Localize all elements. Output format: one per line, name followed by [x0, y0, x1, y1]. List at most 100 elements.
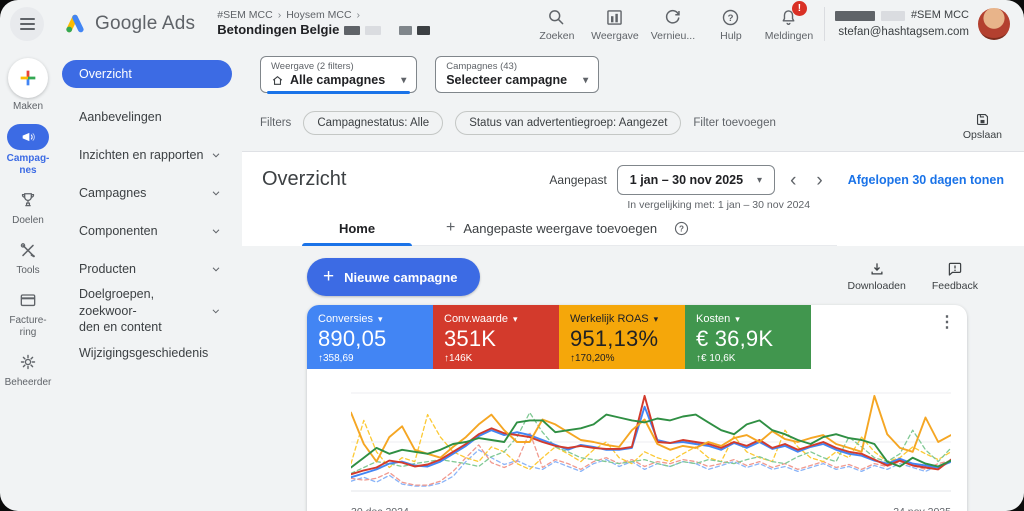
- download-button[interactable]: Downloaden: [847, 260, 905, 292]
- feedback-button[interactable]: Feedback: [932, 260, 978, 292]
- view-selector-dropdown[interactable]: Weergave (2 filters) Alle campagnes ▾: [260, 56, 417, 93]
- card-overflow-menu[interactable]: ⋮: [939, 315, 955, 331]
- appearance-button[interactable]: Weergave: [586, 7, 644, 42]
- account-email: stefan@hashtagsem.com: [835, 24, 969, 40]
- metric-value: 351K: [444, 326, 548, 352]
- breadcrumb: #SEM MCC › Hoysem MCC › Betondingen Belg…: [217, 9, 430, 38]
- notifications-button[interactable]: ! Meldingen: [760, 7, 818, 42]
- rail-item-tools[interactable]: Tools: [16, 238, 39, 277]
- help-button[interactable]: ? Hulp: [702, 7, 760, 42]
- scorecard-conversions[interactable]: Conversies▾ 890,05 ↑358,69: [307, 305, 433, 369]
- date-mode-label: Aangepast: [549, 173, 606, 187]
- google-ads-logo[interactable]: Google Ads: [62, 12, 195, 36]
- tab-home[interactable]: Home: [302, 211, 412, 245]
- sidebar-item-campaigns[interactable]: Campagnes: [62, 174, 232, 212]
- chevron-down-icon: [210, 225, 222, 237]
- x-axis-start-label: 30 dec 2024: [351, 506, 409, 511]
- search-button[interactable]: Zoeken: [528, 7, 586, 42]
- redacted-text: [835, 11, 875, 21]
- sidebar-item-recommendations[interactable]: Aanbevelingen: [62, 98, 232, 136]
- rail-item-billing[interactable]: Facture- ring: [9, 288, 46, 339]
- download-icon: [868, 260, 886, 278]
- home-icon: [271, 74, 284, 87]
- scorecard-cost[interactable]: Kosten▾ € 36,9K ↑€ 10,6K: [685, 305, 811, 369]
- sidebar-item-insights-reports[interactable]: Inzichten en rapporten: [62, 136, 232, 174]
- scorecards: Conversies▾ 890,05 ↑358,69 Conv.waarde▾ …: [307, 305, 967, 369]
- metric-value: € 36,9K: [696, 326, 800, 352]
- campaign-selector-dropdown[interactable]: Campagnes (43) Selecteer campagne ▾: [435, 56, 599, 93]
- date-range-picker[interactable]: 1 jan – 30 nov 2025 ▾: [617, 165, 775, 195]
- rail-item-campaigns[interactable]: Campag- nes: [7, 124, 50, 177]
- trophy-icon: [18, 188, 38, 212]
- metric-delta: ↑146K: [444, 353, 548, 364]
- sidebar-item-components[interactable]: Componenten: [62, 212, 232, 250]
- redacted-text: [344, 26, 360, 35]
- rail-item-create[interactable]: Maken: [8, 58, 48, 113]
- menu-icon[interactable]: [10, 7, 44, 41]
- caret-down-icon: ▾: [378, 314, 383, 325]
- tab-strip: Home + Aangepaste weergave toevoegen ?: [302, 211, 837, 246]
- search-icon: [546, 7, 567, 28]
- refresh-button[interactable]: Vernieu...: [644, 7, 702, 42]
- save-button[interactable]: Opslaan: [963, 111, 1002, 141]
- comparison-period-label: In vergelijking met: 1 jan – 30 nov 2024: [627, 199, 1004, 211]
- overview-summary-card: ⋮ Conversies▾ 890,05 ↑358,69 Conv.waarde…: [307, 305, 967, 511]
- breadcrumb-item[interactable]: #SEM MCC: [217, 9, 272, 22]
- filters-label: Filters: [260, 117, 291, 129]
- feedback-icon: [946, 260, 964, 278]
- sidebar-navigation: Overzicht Aanbevelingen Inzichten en rap…: [56, 48, 242, 511]
- filter-chip-adgroup-status[interactable]: Status van advertentiegroep: Aangezet: [455, 111, 681, 135]
- sidebar-item-overview[interactable]: Overzicht: [62, 60, 232, 88]
- chart-x-axis: 30 dec 2024 24 nov 2025: [351, 506, 951, 511]
- caret-down-icon: ▾: [583, 75, 588, 86]
- show-last-30-days-link[interactable]: Afgelopen 30 dagen tonen: [848, 173, 1004, 187]
- create-plus-icon: [8, 58, 48, 98]
- notification-badge: !: [792, 1, 807, 16]
- plus-icon: +: [323, 266, 334, 288]
- sidebar-item-audiences-keywords-content[interactable]: Doelgroepen, zoekwoor- den en content: [62, 288, 232, 334]
- google-ads-app: Google Ads #SEM MCC › Hoysem MCC › Beton…: [0, 0, 1024, 511]
- redacted-text: [417, 26, 430, 35]
- caret-down-icon: ▾: [654, 314, 659, 325]
- chevron-right-icon: ›: [357, 9, 361, 22]
- chevron-down-icon: [210, 149, 222, 161]
- billing-card-icon: [18, 288, 38, 312]
- caret-down-icon: ▾: [757, 175, 762, 186]
- account-name: #SEM MCC: [911, 8, 969, 23]
- account-menu[interactable]: #SEM MCC stefan@hashtagsem.com: [835, 8, 969, 39]
- redacted-text: [399, 26, 412, 35]
- columns-chart-icon: [604, 7, 625, 28]
- gear-icon: [18, 350, 38, 374]
- help-icon: ?: [720, 7, 741, 28]
- chart-series-werkelijk-roas: [351, 396, 951, 462]
- metric-delta: ↑358,69: [318, 353, 422, 364]
- caret-down-icon: ▾: [513, 314, 518, 325]
- chevron-down-icon: [210, 263, 222, 275]
- next-period-button[interactable]: ›: [811, 171, 827, 190]
- scorecard-actual-roas[interactable]: Werkelijk ROAS▾ 951,13% ↑170,20%: [559, 305, 685, 369]
- performance-trend-chart: [351, 387, 951, 499]
- rail-item-goals[interactable]: Doelen: [12, 188, 44, 227]
- filter-chip-campaign-status[interactable]: Campagnestatus: Alle: [303, 111, 443, 135]
- new-campaign-button[interactable]: + Nieuwe campagne: [307, 258, 480, 296]
- breadcrumb-current[interactable]: Betondingen Belgie: [217, 22, 339, 38]
- add-custom-view-button[interactable]: + Aangepaste weergave toevoegen: [446, 219, 657, 237]
- rail-item-admin[interactable]: Beheerder: [5, 350, 52, 389]
- page-title: Overzicht: [262, 168, 346, 191]
- caret-down-icon: ▾: [401, 75, 406, 86]
- chart-series-conv-waarde: [351, 396, 951, 474]
- caret-down-icon: ▾: [735, 314, 740, 325]
- help-icon: ?: [673, 220, 690, 237]
- sidebar-item-change-history[interactable]: Wijzigingsgeschiedenis: [62, 334, 232, 372]
- previous-period-button[interactable]: ‹: [785, 171, 801, 190]
- metric-delta: ↑170,20%: [570, 353, 674, 364]
- tab-help-button[interactable]: ?: [673, 220, 690, 237]
- navigation-rail: Maken Campag- nes: [0, 48, 56, 511]
- breadcrumb-item[interactable]: Hoysem MCC: [286, 9, 351, 22]
- sidebar-item-products[interactable]: Producten: [62, 250, 232, 288]
- redacted-text: [365, 26, 381, 35]
- add-filter-button[interactable]: Filter toevoegen: [693, 117, 775, 129]
- ads-triangle-icon: [62, 12, 88, 36]
- avatar[interactable]: [978, 8, 1010, 40]
- scorecard-conversion-value[interactable]: Conv.waarde▾ 351K ↑146K: [433, 305, 559, 369]
